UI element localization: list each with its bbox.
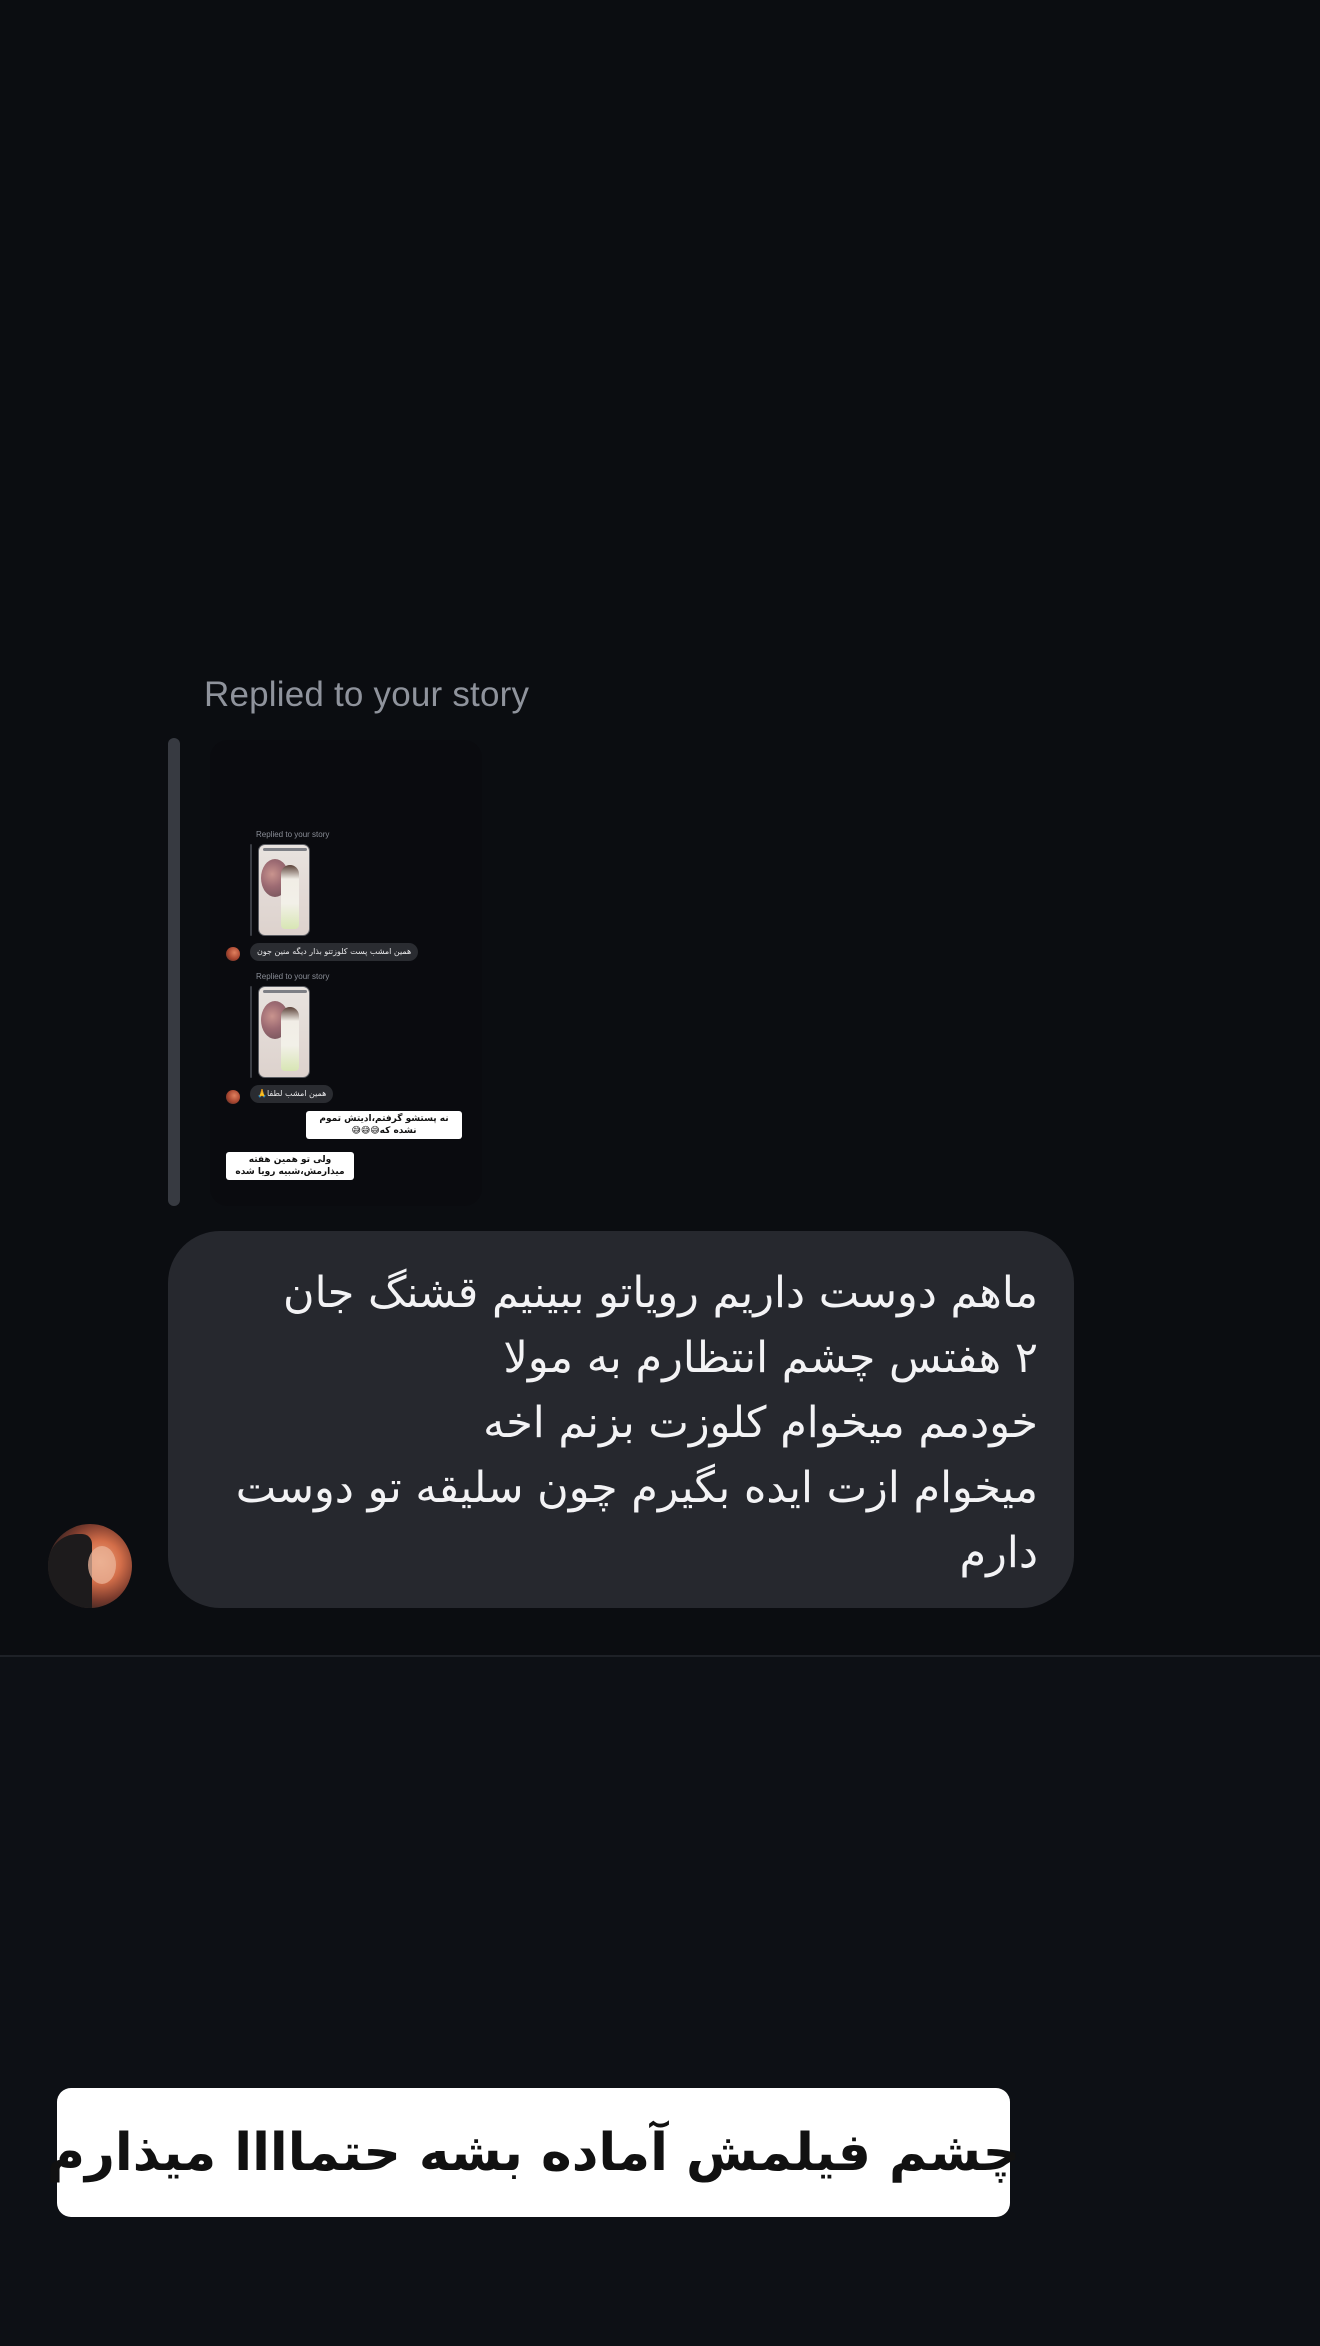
nested-reply-label-1: Replied to your story xyxy=(256,830,330,839)
nested-message-2: همین امشب لطفا🙏 xyxy=(250,1085,334,1103)
nested-avatar-1 xyxy=(226,947,240,961)
caption-text: چشم فیلمش آماده بشه حتماااا میذارم xyxy=(46,2122,1021,2183)
message-bubble[interactable]: ماهم دوست داریم رویاتو ببینیم قشنگ جان ۲… xyxy=(168,1231,1074,1608)
story-screen: Replied to your story Replied to your st… xyxy=(0,0,1320,2346)
replied-to-story-label: Replied to your story xyxy=(204,675,530,714)
nested-reply-bar-2 xyxy=(250,986,252,1078)
section-divider xyxy=(0,1655,1320,1657)
nested-message-1: همین امشب پست کلوزتتو بذار دیگه منین جون xyxy=(250,943,419,961)
story-thumbnail[interactable]: Replied to your story همین امشب پست کلوز… xyxy=(210,740,482,1206)
nested-reply-bar-1 xyxy=(250,844,252,936)
nested-story-photo-1 xyxy=(258,844,310,936)
nested-reply-label-2: Replied to your story xyxy=(256,972,330,981)
nested-avatar-2 xyxy=(226,1090,240,1104)
story-text-sticker-2: ولی تو همین هفته میذارمش،شبیه رویا شده xyxy=(226,1152,354,1180)
reply-quote-bar xyxy=(168,738,180,1206)
story-text-sticker-1: نه پستشو گرفتم،ادیتش تموم نشده که😅😅😅 xyxy=(306,1111,462,1139)
message-text: ماهم دوست داریم رویاتو ببینیم قشنگ جان ۲… xyxy=(235,1268,1038,1578)
nested-story-photo-2 xyxy=(258,986,310,1078)
chat-screenshot: Replied to your story Replied to your st… xyxy=(0,0,1320,1656)
sender-avatar[interactable] xyxy=(48,1524,132,1608)
story-caption-sticker: چشم فیلمش آماده بشه حتماااا میذارم xyxy=(47,2088,1021,2217)
